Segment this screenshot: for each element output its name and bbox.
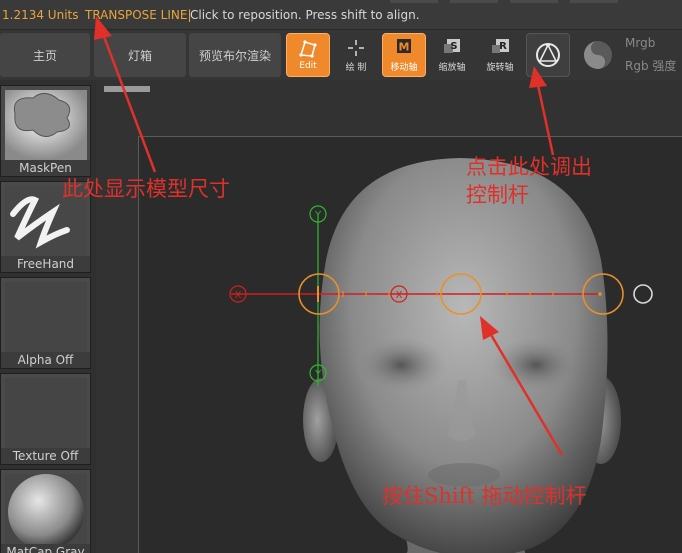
stroke-selector[interactable]: FreeHand bbox=[0, 181, 91, 273]
move-button[interactable]: M 移动轴 bbox=[382, 33, 426, 77]
active-tool-name: TRANSPOSE LINE| bbox=[85, 8, 192, 22]
y-label-top: Y bbox=[314, 210, 322, 221]
left-eye-socket bbox=[356, 337, 446, 393]
bool-preview-label: 预览布尔渲染 bbox=[198, 48, 271, 63]
edit-label: Edit bbox=[299, 61, 317, 71]
lightbox-button[interactable]: 灯箱 bbox=[94, 33, 186, 77]
stroke-label: FreeHand bbox=[1, 256, 90, 272]
edit-button[interactable]: Edit bbox=[286, 33, 330, 77]
scale-icon: S bbox=[444, 38, 460, 53]
toolbar-stub bbox=[510, 0, 558, 3]
move-label: 移动轴 bbox=[390, 62, 418, 73]
status-bar: 1.2134 Units TRANSPOSE LINE| Click to re… bbox=[0, 0, 682, 30]
mrgb-label[interactable]: Mrgb bbox=[625, 36, 655, 50]
edit-icon bbox=[299, 40, 317, 58]
toolbar-stub bbox=[390, 0, 438, 3]
matcap-sphere-icon bbox=[5, 474, 87, 544]
freehand-stroke-icon bbox=[5, 186, 87, 256]
x-label-mid: X bbox=[396, 290, 403, 301]
status-hint: Click to reposition. Press shift to alig… bbox=[190, 8, 420, 22]
left-shelf: MaskPen FreeHand Alpha Off Texture Off M… bbox=[0, 80, 96, 553]
scale-key-text: S bbox=[450, 41, 457, 52]
draw-icon bbox=[348, 39, 364, 56]
brush-selector[interactable]: MaskPen bbox=[0, 85, 91, 177]
scale-button[interactable]: S 缩放轴 bbox=[430, 33, 474, 77]
draw-label: 绘 制 bbox=[345, 62, 367, 73]
texture-thumbnail bbox=[5, 378, 87, 448]
rgb-toggle-button[interactable] bbox=[578, 33, 618, 77]
toolbar-stub bbox=[570, 0, 618, 3]
toolbar-stub bbox=[450, 0, 498, 3]
rotate-icon: R bbox=[492, 38, 509, 53]
toolbar: 主页 灯箱 预览布尔渲染 Edit 绘 制 M 移动轴 S 缩放轴 R 旋转轴 … bbox=[0, 30, 682, 80]
alpha-thumbnail bbox=[5, 282, 87, 352]
rgb-intensity-label[interactable]: Rgb 强度 bbox=[625, 57, 676, 74]
material-selector[interactable]: MatCap Gray bbox=[0, 469, 91, 553]
gizmo-icon bbox=[536, 43, 560, 67]
model-size-readout: 1.2134 Units bbox=[2, 8, 79, 22]
gizmo-toggle-button[interactable] bbox=[526, 33, 570, 77]
canvas-viewport[interactable]: X X Y Y bbox=[96, 80, 682, 553]
home-label: 主页 bbox=[32, 48, 57, 63]
draw-button[interactable]: 绘 制 bbox=[334, 33, 378, 77]
rotate-label: 旋转轴 bbox=[486, 62, 514, 73]
maskpen-brush-icon bbox=[5, 90, 87, 160]
x-label-left: X bbox=[235, 290, 242, 301]
move-key-text: M bbox=[399, 40, 410, 53]
material-label: MatCap Gray bbox=[1, 544, 90, 553]
rgb-icon bbox=[584, 41, 612, 69]
rotate-handle[interactable] bbox=[633, 284, 653, 304]
y-label-bottom: Y bbox=[314, 369, 322, 380]
brush-label: MaskPen bbox=[1, 160, 90, 176]
model-view: X X Y Y bbox=[229, 158, 653, 553]
alpha-selector[interactable]: Alpha Off bbox=[0, 277, 91, 369]
rotate-key-text: R bbox=[499, 41, 507, 52]
texture-selector[interactable]: Texture Off bbox=[0, 373, 91, 465]
alpha-label: Alpha Off bbox=[1, 352, 90, 368]
rotate-button[interactable]: R 旋转轴 bbox=[478, 33, 522, 77]
scale-label: 缩放轴 bbox=[438, 62, 466, 73]
lightbox-label: 灯箱 bbox=[127, 48, 152, 63]
bool-preview-button[interactable]: 预览布尔渲染 bbox=[189, 33, 281, 77]
right-eye-socket bbox=[491, 337, 581, 393]
move-icon: M bbox=[397, 38, 411, 53]
texture-label: Texture Off bbox=[1, 448, 90, 464]
home-button[interactable]: 主页 bbox=[0, 33, 90, 77]
mouth bbox=[428, 463, 500, 487]
